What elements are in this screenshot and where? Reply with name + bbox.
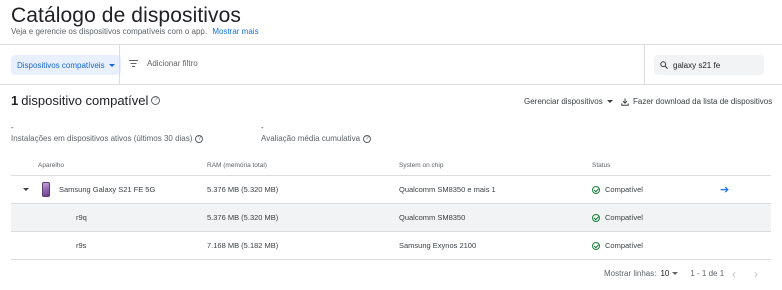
previous-page-icon[interactable]: ‹ xyxy=(732,267,736,281)
filter-chip-compatible[interactable]: Dispositivos compatíveis xyxy=(11,55,121,75)
download-icon xyxy=(621,98,629,106)
rating-value: - xyxy=(261,123,264,132)
rating-stat: - Avaliação média cumulativa ? xyxy=(261,123,372,143)
installs-stat: - Instalações em dispositivos ativos (úl… xyxy=(11,123,204,143)
add-filter-button[interactable]: Adicionar filtro xyxy=(129,59,198,68)
status-cell: Compatível xyxy=(592,204,643,231)
phone-thumbnail-icon xyxy=(42,182,50,197)
filter-icon xyxy=(129,60,138,67)
ram-cell: 5.376 MB (5.320 MB) xyxy=(207,213,279,222)
device-cell: Samsung Galaxy S21 FE 5G xyxy=(42,176,155,203)
device-variant: r9q xyxy=(76,213,87,222)
learn-more-link[interactable]: Mostrar mais xyxy=(212,27,258,36)
rows-per-page-value: 10 xyxy=(660,269,670,278)
devices-table: Aparelho RAM (memória total) System on c… xyxy=(11,162,771,260)
ram-cell: 5.376 MB (5.320 MB) xyxy=(207,185,279,194)
soc-cell: Qualcomm SM8350 xyxy=(399,213,466,222)
rating-label: Avaliação média cumulativa xyxy=(261,134,361,143)
expand-arrow-icon xyxy=(23,188,29,191)
column-header-soc[interactable]: System on chip xyxy=(399,162,443,176)
column-header-device[interactable]: Aparelho xyxy=(38,162,64,176)
page-subtitle: Veja e gerencie os dispositivos compatív… xyxy=(11,27,259,36)
download-list-button[interactable]: Fazer download da lista de dispositivos xyxy=(621,97,772,106)
status-cell: Compatível xyxy=(592,176,643,203)
help-icon[interactable]: ? xyxy=(363,134,372,143)
arrow-right-icon[interactable]: ➔ xyxy=(720,176,729,203)
expand-toggle[interactable] xyxy=(23,176,29,203)
subtitle-text: Veja e gerencie os dispositivos compatív… xyxy=(11,27,208,36)
divider xyxy=(119,45,120,84)
device-count-number: 1 xyxy=(11,93,19,108)
check-circle-icon xyxy=(592,185,600,194)
page-range: 1 - 1 de 1 xyxy=(690,269,725,278)
rows-per-page-label: Mostrar linhas: xyxy=(604,269,657,278)
manage-devices-button[interactable]: Gerenciar dispositivos xyxy=(524,97,613,106)
table-row[interactable]: Samsung Galaxy S21 FE 5G 5.376 MB (5.320… xyxy=(11,176,771,204)
add-filter-label: Adicionar filtro xyxy=(147,59,198,68)
search-value: galaxy s21 fe xyxy=(673,60,721,70)
soc-cell: Qualcomm SM8350 e mais 1 xyxy=(399,185,496,194)
device-name: Samsung Galaxy S21 FE 5G xyxy=(59,185,156,194)
status-cell: Compatível xyxy=(592,232,643,259)
table-header: Aparelho RAM (memória total) System on c… xyxy=(11,162,771,176)
manage-devices-label: Gerenciar dispositivos xyxy=(524,97,603,106)
search-input[interactable]: galaxy s21 fe xyxy=(654,55,764,75)
page-title: Catálogo de dispositivos xyxy=(11,4,242,27)
rows-per-page-select[interactable]: 10 xyxy=(660,269,679,278)
chevron-down-icon xyxy=(606,100,613,103)
status-label: Compatível xyxy=(605,241,643,250)
filter-chip-label: Dispositivos compatíveis xyxy=(17,60,105,70)
download-list-label: Fazer download da lista de dispositivos xyxy=(633,97,773,106)
help-icon[interactable]: ? xyxy=(195,134,204,143)
status-label: Compatível xyxy=(605,213,643,222)
chevron-down-icon xyxy=(672,272,679,275)
soc-cell: Samsung Exynos 2100 xyxy=(399,241,477,250)
filter-bar: Dispositivos compatíveis Adicionar filtr… xyxy=(0,44,782,85)
pagination: Mostrar linhas: 10 1 - 1 de 1 xyxy=(604,269,724,278)
status-label: Compatível xyxy=(605,185,643,194)
check-circle-icon xyxy=(592,241,600,250)
column-header-ram[interactable]: RAM (memória total) xyxy=(207,162,267,176)
search-icon xyxy=(660,61,668,69)
table-row[interactable]: r9q 5.376 MB (5.320 MB) Qualcomm SM8350 … xyxy=(11,204,771,232)
installs-value: - xyxy=(11,123,14,132)
installs-label: Instalações em dispositivos ativos (últi… xyxy=(11,134,193,143)
help-icon[interactable]: ? xyxy=(151,96,161,105)
next-page-icon[interactable]: › xyxy=(754,267,758,281)
divider xyxy=(644,45,645,84)
ram-cell: 7.168 MB (5.182 MB) xyxy=(207,241,279,250)
table-row[interactable]: r9s 7.168 MB (5.182 MB) Samsung Exynos 2… xyxy=(11,232,771,260)
device-variant: r9s xyxy=(76,241,87,250)
device-count-label: dispositivo compatível xyxy=(21,93,149,108)
column-header-status[interactable]: Status xyxy=(592,162,610,176)
check-circle-icon xyxy=(592,213,600,222)
chevron-down-icon xyxy=(108,63,115,67)
device-count: 1 dispositivo compatível ? xyxy=(11,93,161,108)
